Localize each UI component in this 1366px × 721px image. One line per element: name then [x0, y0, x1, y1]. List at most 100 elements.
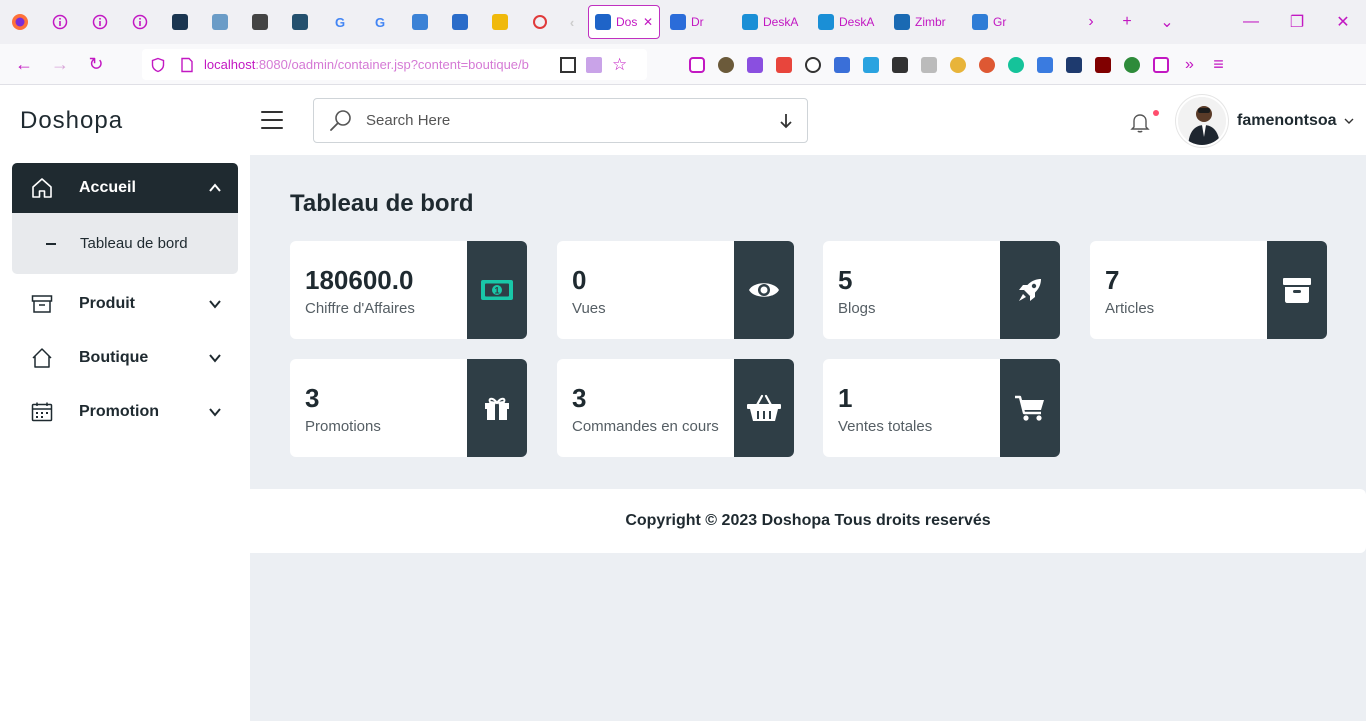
url-bar[interactable]: localhost:8080/oadmin/container.jsp?cont… — [142, 49, 647, 80]
brand-logo[interactable]: Doshopa — [20, 107, 123, 135]
shield-icon[interactable] — [150, 57, 166, 73]
tab-favicon-bird[interactable] — [200, 0, 240, 44]
tab-named-1[interactable]: Dr — [664, 5, 736, 39]
extension-book-icon[interactable] — [914, 44, 943, 85]
extension-x-icon[interactable] — [885, 44, 914, 85]
tab-favicon-binance[interactable] — [480, 0, 520, 44]
extensions-toolbar: » ≡ — [682, 44, 1233, 85]
stat-label: Promotions — [305, 418, 381, 435]
tab-named-3[interactable]: DeskA — [812, 5, 888, 39]
firefox-menu-icon[interactable] — [0, 0, 40, 44]
tab-scroll-left-icon[interactable]: ‹ — [560, 0, 584, 44]
translate-icon[interactable] — [586, 56, 602, 73]
footer-copyright: Copyright © 2023 Doshopa Tous droits res… — [250, 489, 1366, 553]
chevron-down-icon[interactable] — [208, 297, 222, 311]
sidebar-item-promotion[interactable]: Promotion — [12, 387, 238, 437]
stat-value: 3 — [572, 383, 587, 413]
extension-snowflake-icon[interactable] — [740, 44, 769, 85]
browser-nav-bar: ← → ↻ localhost:8080/oadmin/container.js… — [0, 44, 1366, 85]
bell-icon[interactable] — [1128, 110, 1152, 134]
tab-favicon-ring[interactable] — [520, 0, 560, 44]
sidebar-item-boutique[interactable]: Boutique — [12, 333, 238, 383]
ublock-icon[interactable] — [1088, 44, 1117, 85]
tab-info-1[interactable] — [40, 0, 80, 44]
page-icon[interactable] — [180, 57, 194, 73]
svg-text:1: 1 — [494, 286, 499, 296]
archive-box-icon — [1267, 241, 1327, 339]
tab-active-label: Doshopa — [616, 15, 638, 29]
extension-globe-icon[interactable] — [943, 44, 972, 85]
tab-named-4-label: Zimbr — [915, 15, 946, 29]
pocket-icon[interactable] — [682, 44, 711, 85]
sidebar-subitem-tableau-de-bord[interactable]: Tableau de bord — [12, 213, 238, 274]
stat-card-commandes[interactable]: 3 Commandes en cours — [557, 359, 794, 457]
dash-icon — [46, 242, 56, 245]
stat-label: Vues — [572, 300, 606, 317]
stat-label: Articles — [1105, 300, 1155, 317]
sidebar-item-produit[interactable]: Produit — [12, 279, 238, 329]
stat-card-blogs[interactable]: 5 Blogs — [823, 241, 1060, 339]
stat-card-chiffre-affaires[interactable]: 180600.0 Chiffre d'Affaires 1 — [290, 241, 527, 339]
extension-doc-icon[interactable] — [1030, 44, 1059, 85]
extension-power-icon[interactable] — [798, 44, 827, 85]
chevron-down-icon[interactable] — [1344, 116, 1354, 126]
browser-menu-icon[interactable]: ≡ — [1204, 44, 1233, 85]
extension-grammarly-icon[interactable] — [1001, 44, 1030, 85]
extension-translate-icon[interactable] — [827, 44, 856, 85]
bookmark-star-icon[interactable]: ☆ — [612, 55, 627, 75]
chevron-down-icon[interactable] — [208, 405, 222, 419]
username[interactable]: famenontsoa — [1237, 112, 1337, 130]
forward-icon[interactable]: → — [42, 44, 78, 85]
tab-info-2[interactable] — [80, 0, 120, 44]
extension-camera-icon[interactable] — [769, 44, 798, 85]
back-icon[interactable]: ← — [6, 44, 42, 85]
tab-named-2-label: DeskA — [763, 15, 799, 29]
chevron-down-icon[interactable] — [208, 351, 222, 365]
stat-card-promotions[interactable]: 3 Promotions — [290, 359, 527, 457]
eye-icon — [734, 241, 794, 339]
tab-favicon-dark[interactable] — [160, 0, 200, 44]
tab-favicon-cube-2[interactable] — [440, 0, 480, 44]
stat-label: Chiffre d'Affaires — [305, 300, 415, 317]
restore-icon[interactable]: ❐ — [1274, 0, 1320, 44]
tab-named-5[interactable]: Gr — [966, 5, 1042, 39]
search-box[interactable] — [313, 98, 808, 143]
url-text[interactable]: localhost:8080/oadmin/container.jsp?cont… — [204, 57, 550, 72]
arrow-down-icon[interactable] — [779, 112, 793, 130]
tab-list-icon[interactable]: ⌄ — [1144, 0, 1190, 44]
qr-code-icon[interactable] — [560, 56, 576, 73]
sidebar-item-accueil[interactable]: Accueil — [12, 163, 238, 213]
tab-named-4[interactable]: Zimbr — [888, 5, 966, 39]
tab-favicon-cube-1[interactable] — [400, 0, 440, 44]
search-icon — [330, 109, 351, 131]
tab-named-2[interactable]: DeskA — [736, 5, 812, 39]
tab-favicon-am[interactable] — [240, 0, 280, 44]
extension-earth-icon[interactable] — [1117, 44, 1146, 85]
stat-card-articles[interactable]: 7 Articles — [1090, 241, 1327, 339]
menu-toggle-icon[interactable] — [261, 111, 283, 129]
extension-screen-icon[interactable] — [1146, 44, 1175, 85]
reload-icon[interactable]: ↻ — [78, 44, 114, 85]
tab-named-1-label: Dr — [691, 15, 704, 29]
extension-avatar-icon[interactable] — [711, 44, 740, 85]
sidebar-subitem-label: Tableau de bord — [80, 235, 188, 252]
chevron-up-icon[interactable] — [208, 181, 222, 195]
tab-close-icon[interactable]: ✕ — [643, 15, 653, 29]
tab-google-1[interactable]: G — [320, 0, 360, 44]
tab-favicon-arrows[interactable] — [280, 0, 320, 44]
extension-cards-icon[interactable] — [856, 44, 885, 85]
avatar[interactable] — [1176, 95, 1228, 147]
notification-dot — [1153, 110, 1159, 116]
tab-info-3[interactable] — [120, 0, 160, 44]
stat-card-vues[interactable]: 0 Vues — [557, 241, 794, 339]
stat-card-ventes[interactable]: 1 Ventes totales — [823, 359, 1060, 457]
sidebar-item-accueil-label: Accueil — [79, 179, 136, 196]
extension-chart-icon[interactable] — [1059, 44, 1088, 85]
close-window-icon[interactable]: ✕ — [1320, 0, 1366, 44]
tab-google-2[interactable]: G — [360, 0, 400, 44]
search-input[interactable] — [366, 112, 766, 129]
minimize-icon[interactable]: — — [1228, 0, 1274, 44]
tab-active[interactable]: Doshopa ✕ — [588, 5, 660, 39]
extension-duckduckgo-icon[interactable] — [972, 44, 1001, 85]
extensions-overflow-icon[interactable]: » — [1175, 44, 1204, 85]
